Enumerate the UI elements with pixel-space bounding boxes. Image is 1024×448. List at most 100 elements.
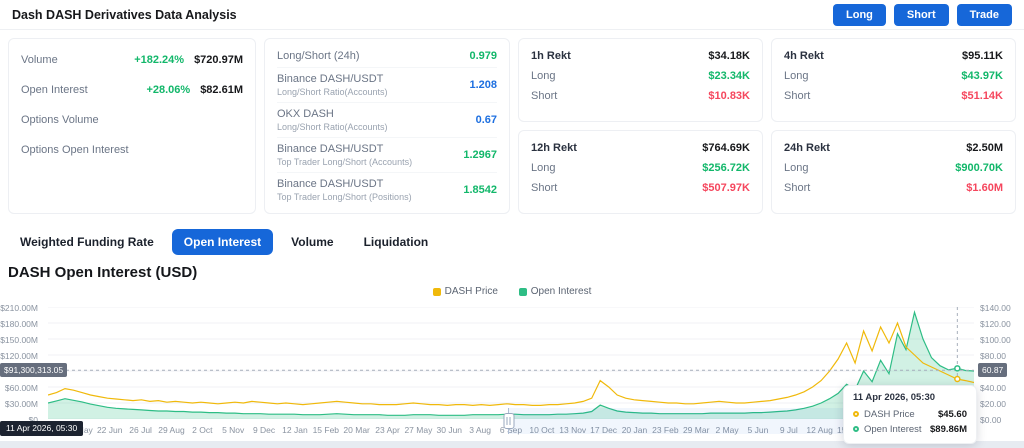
rekt-short-value: $51.14K <box>961 90 1003 102</box>
ratio-row: Long/Short (24h) 0.979 <box>277 45 497 68</box>
tab-liquidation[interactable]: Liquidation <box>352 229 441 255</box>
long-short-panel: Long/Short (24h) 0.979 Binance DASH/USDT… <box>264 38 510 214</box>
rekt-short-label: Short <box>531 90 558 102</box>
stat-label: Options Volume <box>21 114 99 126</box>
rekt-long-label: Long <box>531 162 556 174</box>
rekt-title: 24h Rekt <box>784 142 830 154</box>
right-axis-tick: $140.00 <box>980 302 1011 313</box>
ratio-row: OKX DASH Long/Short Ratio(Accounts) 0.67 <box>277 103 497 138</box>
ratio-label: OKX DASH <box>277 108 334 120</box>
rekt-card-4h: 4h Rekt $95.11K Long $43.97K Short $51.14K <box>771 38 1016 122</box>
ratio-row: Binance DASH/USDT Long/Short Ratio(Accoun… <box>277 68 497 103</box>
left-axis-tick: $30.00M <box>4 398 38 409</box>
rekt-total: $34.18K <box>708 50 750 62</box>
ratio-value: 0.67 <box>475 114 497 126</box>
plot-area[interactable] <box>48 306 974 419</box>
trade-button[interactable]: Trade <box>956 3 1012 26</box>
rekt-long-value: $23.34K <box>708 70 750 82</box>
legend-dash-price[interactable]: DASH Price <box>432 286 498 297</box>
stat-value: $82.61M <box>200 84 243 96</box>
price-marker <box>954 375 961 382</box>
short-button[interactable]: Short <box>893 3 949 26</box>
tab-volume[interactable]: Volume <box>279 229 345 255</box>
rekt-long-label: Long <box>784 162 809 174</box>
rekt-title: 1h Rekt <box>531 50 571 62</box>
stat-change: +182.24% <box>134 54 185 66</box>
rekt-title: 4h Rekt <box>784 50 824 62</box>
stat-change: +28.06% <box>146 84 191 96</box>
top-bar: Dash DASH Derivatives Data Analysis Long… <box>0 0 1024 30</box>
rekt-long-label: Long <box>531 70 556 82</box>
rekt-long-value: $900.70K <box>955 162 1003 174</box>
stat-row-options-open-interest: Options Open Interest <box>21 135 243 165</box>
right-axis-tick: $20.00 <box>980 398 1006 409</box>
ratio-value: 0.979 <box>469 50 497 62</box>
tab-weighted-funding-rate[interactable]: Weighted Funding Rate <box>8 229 166 255</box>
chart-title: DASH Open Interest (USD) <box>8 264 198 281</box>
rekt-long-label: Long <box>784 70 809 82</box>
stats-section: Volume +182.24% $720.97M Open Interest +2… <box>0 30 1024 222</box>
ratio-row: Binance DASH/USDT Top Trader Long/Short (… <box>277 138 497 173</box>
legend-open-interest[interactable]: Open Interest <box>518 286 591 297</box>
tab-open-interest[interactable]: Open Interest <box>171 229 274 255</box>
ratio-value: 1.208 <box>469 79 497 91</box>
rekt-column-1: 1h Rekt $34.18K Long $23.34K Short $10.83K … <box>518 38 763 214</box>
rekt-total: $764.69K <box>702 142 750 154</box>
date-crosshair-badge: 11 Apr 2026, 05:30 <box>0 420 84 436</box>
rekt-short-value: $1.60M <box>966 182 1003 194</box>
rekt-short-label: Short <box>784 182 811 194</box>
rekt-total: $2.50M <box>966 142 1003 154</box>
ratio-sublabel: Top Trader Long/Short (Accounts) <box>277 157 413 167</box>
rekt-column-2: 4h Rekt $95.11K Long $43.97K Short $51.14K … <box>771 38 1016 214</box>
ratio-label: Binance DASH/USDT <box>277 178 384 190</box>
right-axis-tick: $0.00 <box>980 414 1002 425</box>
right-axis-tick: $120.00 <box>980 318 1011 329</box>
stat-row-volume: Volume +182.24% $720.97M <box>21 45 243 75</box>
rekt-short-value: $507.97K <box>702 182 750 194</box>
rekt-total: $95.11K <box>962 50 1003 62</box>
rekt-card-12h: 12h Rekt $764.69K Long $256.72K Short $507.… <box>518 130 763 214</box>
rekt-short-value: $10.83K <box>708 90 750 102</box>
ratio-row: Binance DASH/USDT Top Trader Long/Short (… <box>277 173 497 207</box>
right-axis-tick: $40.00 <box>980 382 1006 393</box>
dash-price-swatch <box>432 287 441 296</box>
ratio-sublabel: Long/Short Ratio(Accounts) <box>277 122 388 132</box>
tooltip-row-price: DASH Price $45.60 <box>853 407 967 422</box>
right-axis-badge: 60.87 <box>978 362 1008 377</box>
left-axis-tick: $150.00M <box>0 334 38 345</box>
rekt-long-value: $43.97K <box>961 70 1003 82</box>
overview-panel: Volume +182.24% $720.97M Open Interest +2… <box>8 38 256 214</box>
ratio-sublabel: Long/Short Ratio(Accounts) <box>277 87 388 97</box>
left-axis-tick: $60.00M <box>4 382 38 393</box>
stat-value: $720.97M <box>194 54 243 66</box>
stat-row-open-interest: Open Interest +28.06% $82.61M <box>21 75 243 105</box>
long-button[interactable]: Long <box>833 3 886 26</box>
tooltip-row-open-interest: Open Interest $89.86M <box>853 422 967 437</box>
ratio-value: 1.8542 <box>463 184 497 196</box>
rekt-long-value: $256.72K <box>702 162 750 174</box>
dash-price-dot-icon <box>853 411 859 417</box>
page-title: Dash DASH Derivatives Data Analysis <box>12 7 237 22</box>
stat-label: Open Interest <box>21 84 88 96</box>
left-axis-tick: $180.00M <box>0 318 38 329</box>
left-axis-badge: $91,300,313.05 <box>0 362 68 377</box>
stat-row-options-volume: Options Volume <box>21 105 243 135</box>
tooltip-date: 11 Apr 2026, 05:30 <box>853 391 936 403</box>
oi-marker <box>954 364 961 372</box>
rekt-title: 12h Rekt <box>531 142 577 154</box>
right-axis-tick: $100.00 <box>980 334 1011 345</box>
chart-tooltip: 11 Apr 2026, 05:30 DASH Price $45.60 Ope… <box>843 384 977 444</box>
left-axis-tick: $120.00M <box>0 350 38 361</box>
rekt-card-1h: 1h Rekt $34.18K Long $23.34K Short $10.83K <box>518 38 763 122</box>
open-interest-dot-icon <box>853 426 859 432</box>
ratio-label: Binance DASH/USDT <box>277 73 384 85</box>
left-axis-tick: $210.00M <box>0 302 38 313</box>
chart-range-navigator[interactable] <box>60 408 974 434</box>
top-actions: Long Short Trade <box>833 3 1012 26</box>
nav-left-handle-icon[interactable] <box>503 413 515 429</box>
ratio-label: Binance DASH/USDT <box>277 143 384 155</box>
rekt-short-label: Short <box>531 182 558 194</box>
stat-label: Volume <box>21 54 58 66</box>
chart-legend: DASH Price Open Interest <box>0 283 1024 299</box>
ratio-value: 1.2967 <box>463 149 497 161</box>
